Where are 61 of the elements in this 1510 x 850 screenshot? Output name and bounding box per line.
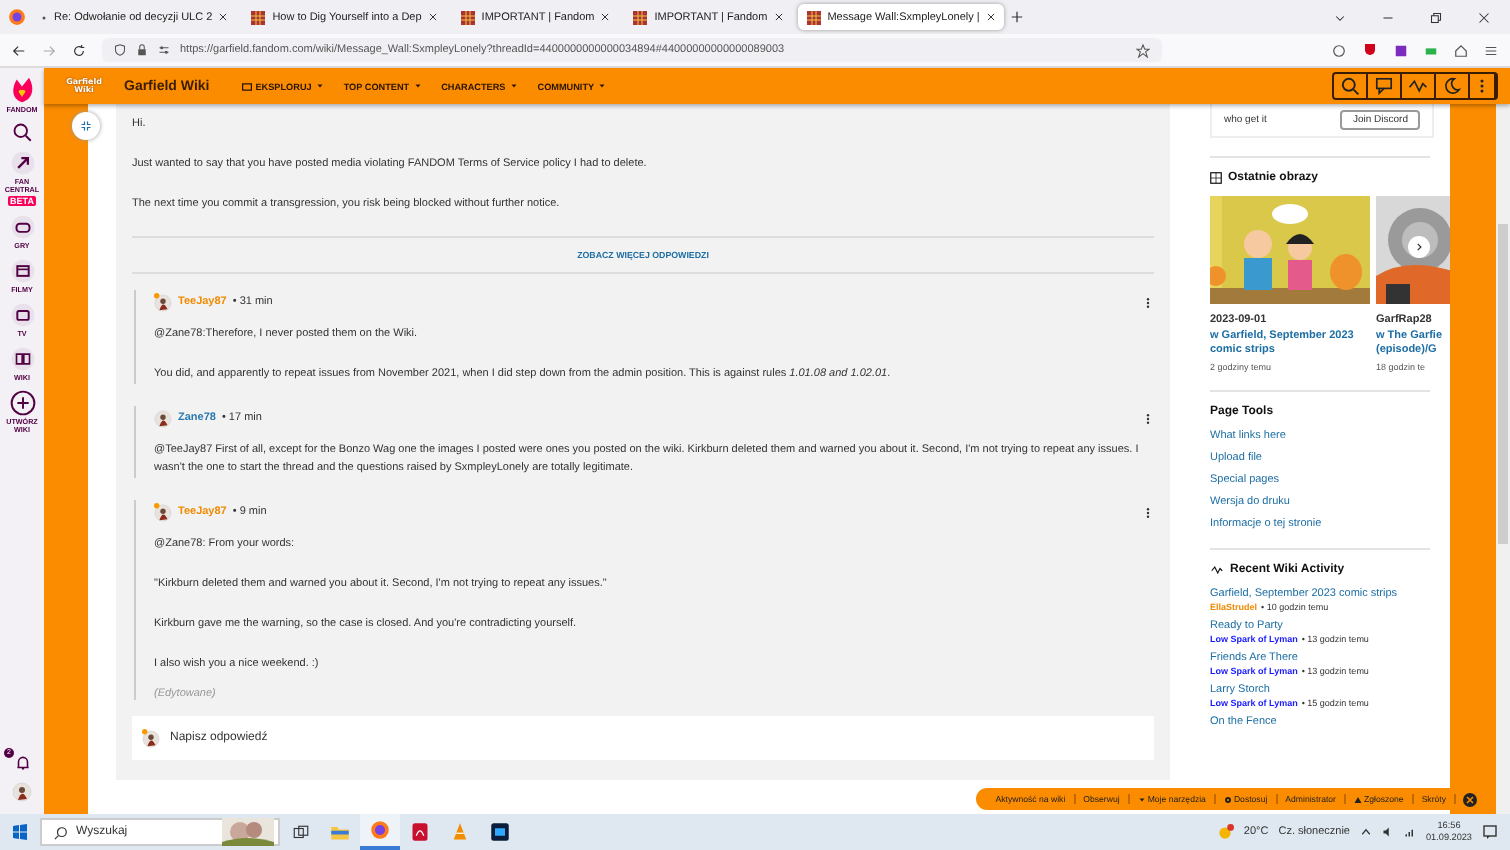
chevron-icon[interactable] [1334,11,1346,23]
more-icon[interactable] [1142,411,1154,425]
scrollbar[interactable] [1496,104,1510,814]
globe-icon[interactable] [370,820,390,840]
avatar [12,782,32,802]
close-icon[interactable] [985,12,996,22]
home-icon[interactable] [1454,43,1468,57]
weather-icon[interactable] [1215,823,1234,841]
film-icon[interactable] [9,258,35,284]
chevron-icon [1414,242,1424,252]
browser-logo-icon[interactable] [8,8,26,26]
lock-icon [136,44,148,56]
caret-icon [1137,795,1146,803]
restore-icon[interactable] [1430,11,1442,23]
gamepad-icon[interactable] [9,214,35,240]
document-icon[interactable] [410,822,430,842]
star-icon[interactable] [1136,43,1150,57]
book-icon[interactable] [9,346,35,372]
close-icon[interactable] [427,12,438,22]
close-icon[interactable] [218,12,229,22]
map-icon [241,81,252,91]
app-icon[interactable] [490,822,510,842]
favicon-icon [632,9,649,25]
minimize-icon[interactable] [1382,11,1394,23]
gear-icon [1223,795,1232,803]
search-icon[interactable] [12,122,32,142]
menu-icon[interactable] [1484,43,1498,57]
more-icon[interactable] [1142,505,1154,519]
shield-icon [114,44,126,56]
tv-icon[interactable] [9,302,35,328]
extension-icon[interactable] [1394,43,1408,57]
rocket-icon[interactable] [9,150,35,176]
favicon-icon [459,9,476,25]
warning-icon [1353,795,1362,803]
close-icon[interactable] [773,12,784,22]
favicon-icon [805,9,822,25]
collapse-icon [80,120,92,132]
flame-logo-icon[interactable] [7,76,36,104]
notification-icon[interactable] [1482,824,1498,840]
new-tab-icon[interactable] [1009,10,1024,24]
activity-icon [1210,564,1224,576]
bell-icon[interactable] [13,754,31,772]
task-view-icon[interactable] [291,823,309,841]
close-icon[interactable] [1478,11,1490,23]
pocket-icon[interactable] [1332,43,1346,57]
image-icon [1210,172,1222,184]
close-icon[interactable] [600,12,611,22]
close-icon[interactable] [1462,791,1478,807]
reload-icon[interactable] [72,43,86,57]
avatar [142,729,160,747]
more-icon[interactable] [1142,295,1154,309]
collapse-button[interactable] [72,112,100,140]
favicon-icon [250,9,267,25]
permissions-icon[interactable] [158,44,170,56]
search-icon [54,825,68,839]
back-icon[interactable] [12,43,26,57]
plus-icon[interactable] [9,390,35,416]
chevron-icon[interactable] [1360,826,1372,838]
folder-icon[interactable] [330,822,350,842]
network-icon[interactable] [1404,826,1416,838]
start-icon[interactable] [12,824,28,840]
